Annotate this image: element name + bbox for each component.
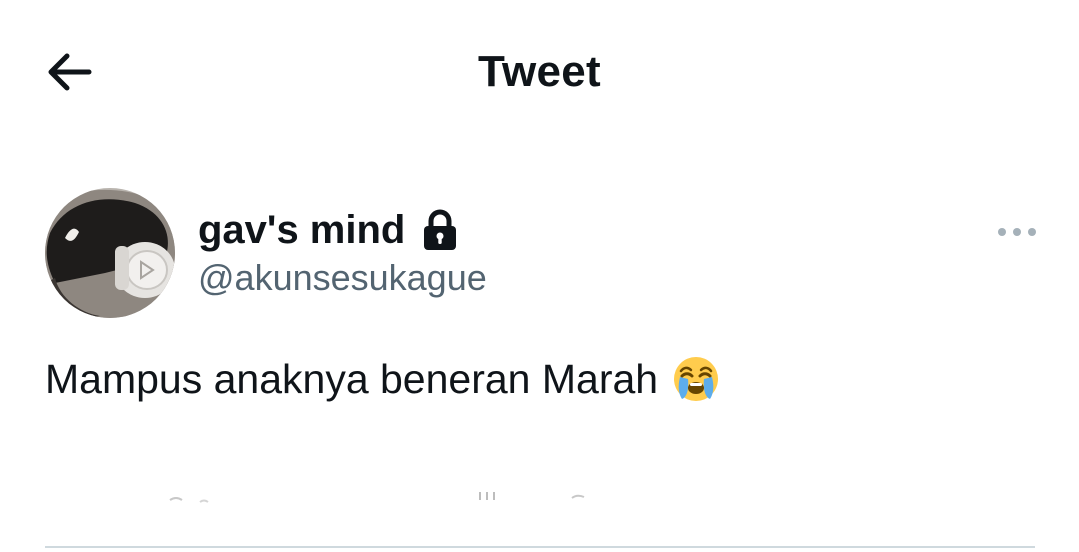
embedded-media-edge <box>160 488 620 508</box>
lock-icon <box>421 209 459 251</box>
author-display-name: gav's mind <box>198 208 406 252</box>
profile-photo <box>45 188 175 318</box>
top-bar: Tweet <box>0 0 1079 150</box>
author-handle[interactable]: @akunsesukague <box>198 256 487 300</box>
avatar[interactable] <box>45 188 175 318</box>
page-title: Tweet <box>478 47 601 96</box>
tweet-body: Mampus anaknya beneran Marah <box>45 354 720 404</box>
author-name[interactable]: gav's mind <box>198 206 459 254</box>
tweet-text: Mampus anaknya beneran Marah <box>45 356 659 402</box>
more-button[interactable] <box>990 212 1044 252</box>
more-horizontal-icon <box>998 228 1036 236</box>
divider <box>45 546 1035 548</box>
loudly-crying-face-icon <box>672 355 720 403</box>
